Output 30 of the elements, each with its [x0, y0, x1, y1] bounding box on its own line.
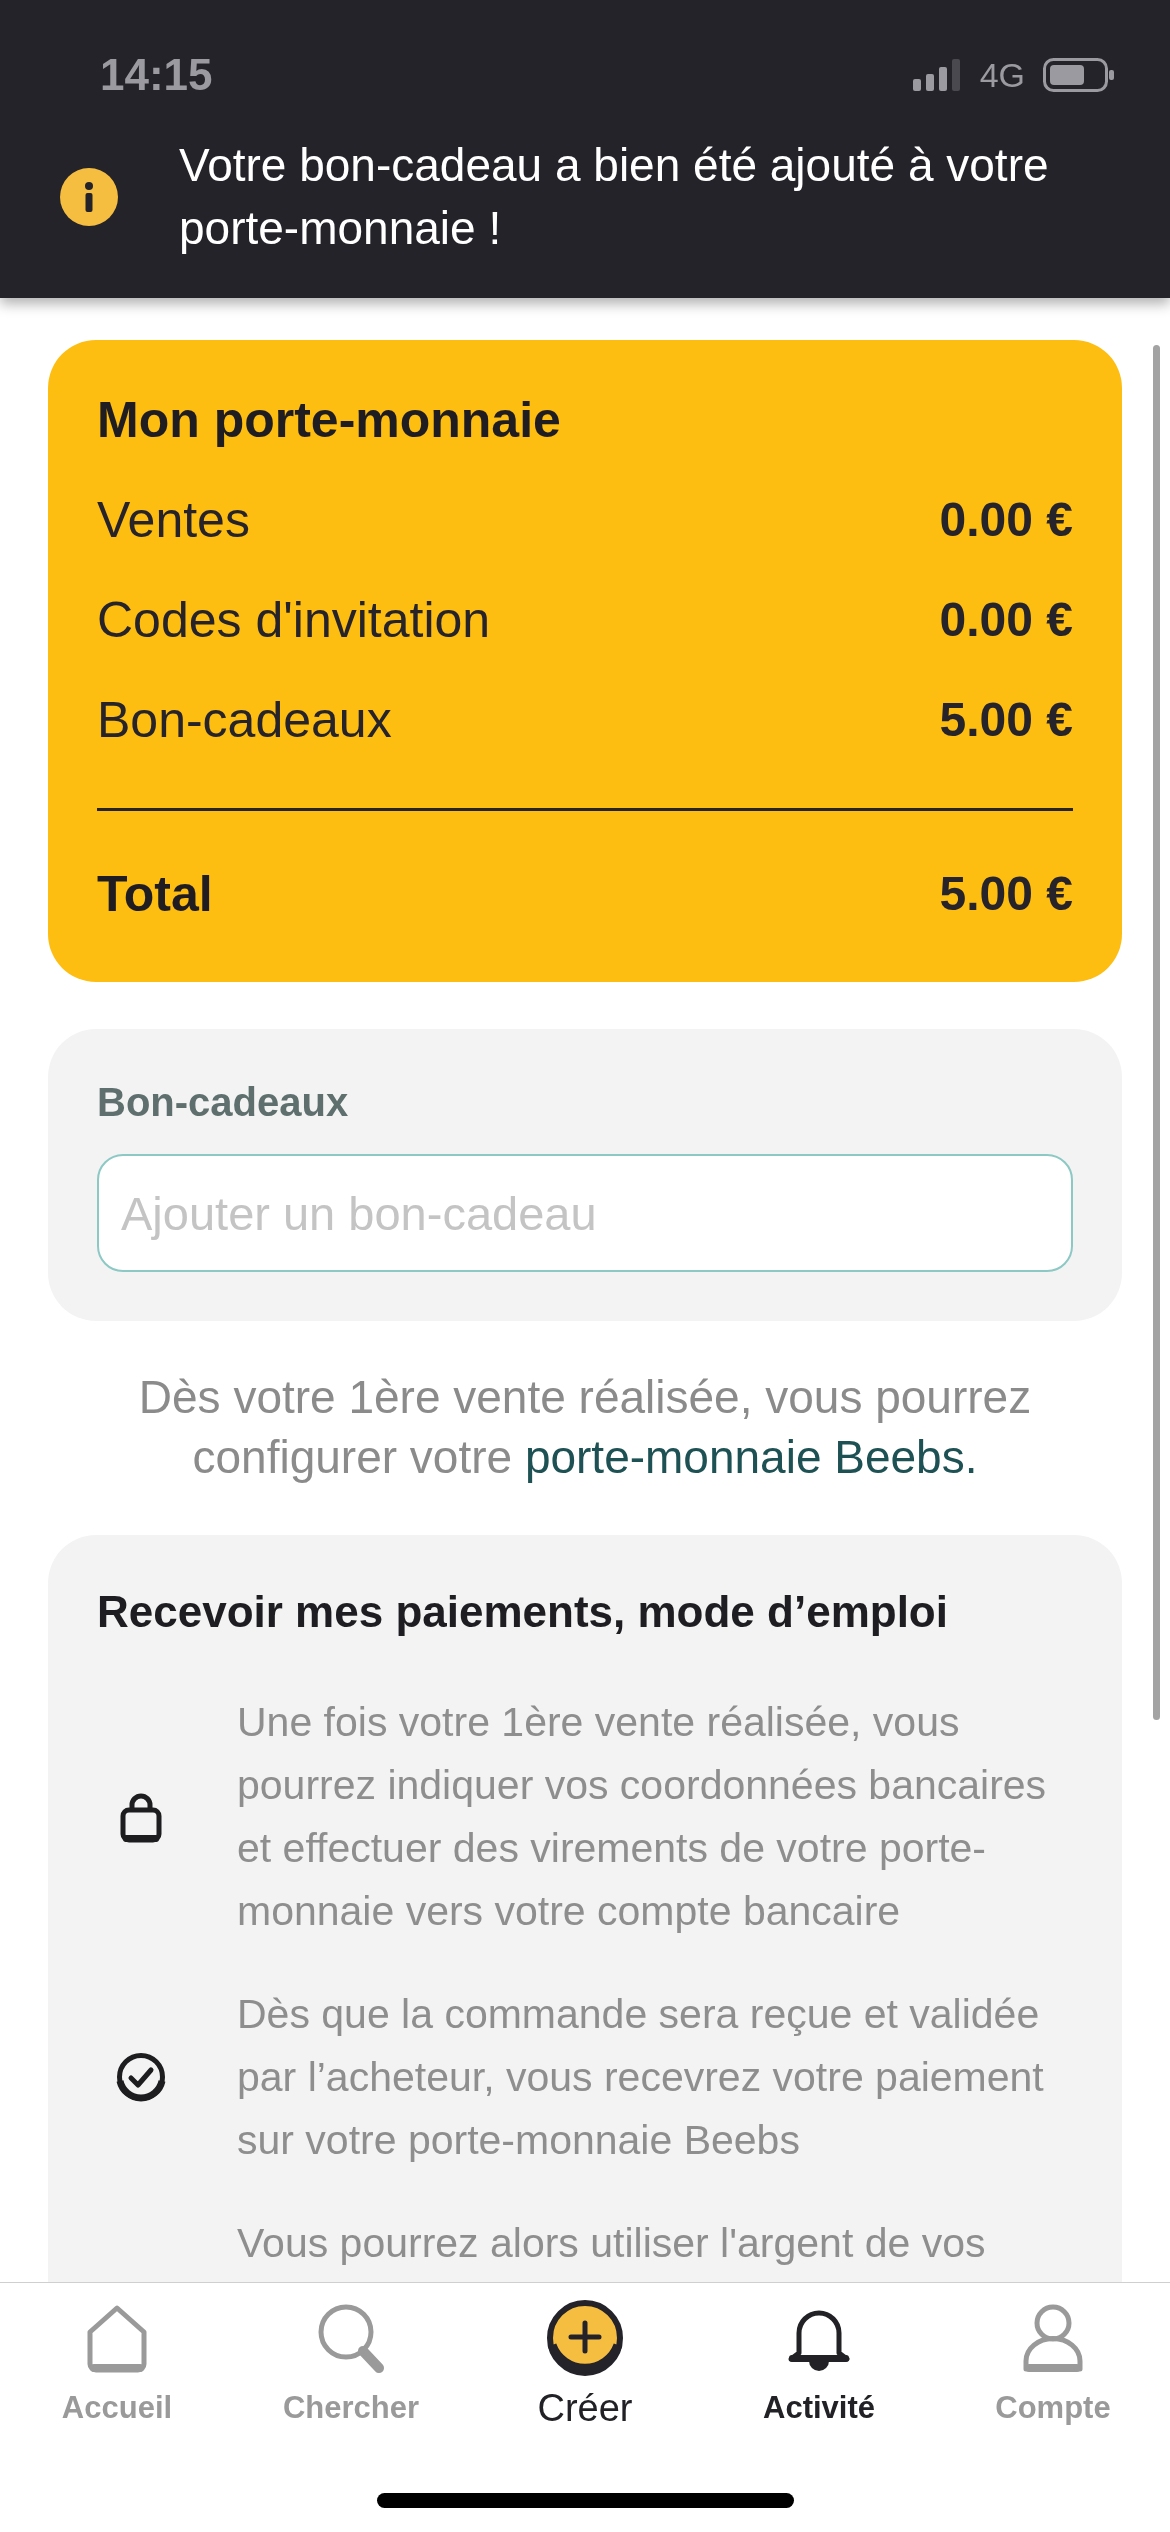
wallet-info-text: Dès votre 1ère vente réalisée, vous pourrez configurer votre porte-monnaie Beebs.	[137, 1370, 1033, 1485]
wallet-row-label: Codes d'invitation	[97, 591, 491, 649]
wallet-title: Mon porte-monnaie	[97, 394, 562, 446]
wallet-row-label: Bon-cadeaux	[97, 691, 392, 749]
battery-icon	[1043, 58, 1115, 92]
network-label: 4G	[979, 55, 1025, 95]
person-icon	[1022, 2303, 1084, 2375]
notification-message: Votre bon-cadeau a bien été ajouté à votre porte-monnaie !	[179, 138, 1050, 256]
wallet-row-amount: 0.00 €	[939, 492, 1073, 548]
wallet-link[interactable]: porte-monnaie Beebs.	[524, 1431, 978, 1483]
gift-card-input[interactable]: Ajouter un bon-cadeau	[97, 1154, 1073, 1272]
step-text: Une fois votre 1ère vente réalisée, vous pourrez indiquer vos coordonnées bancaires et effectuer des virements de votre porte-monnaie vers votre compte bancaire	[237, 1698, 1048, 1936]
nav-tab[interactable]: Activité	[702, 2299, 936, 2426]
wallet-row-amount: 5.00 €	[939, 692, 1073, 748]
home-icon	[86, 2304, 148, 2374]
step-text: Dès que la commande sera reçue et validée par l’acheteur, vous recevrez votre paiement sur votre porte-monnaie Beebs	[237, 1990, 1045, 2165]
search-icon	[317, 2303, 385, 2375]
status-time: 14:15	[100, 50, 213, 100]
gift-card-label: Bon-cadeaux	[97, 1080, 350, 1124]
total-amount: 5.00 €	[939, 866, 1073, 922]
step-text: Vous pourrez alors utiliser l'argent de vos	[237, 2219, 987, 2268]
info-icon	[60, 168, 118, 226]
wallet-row-amount: 0.00 €	[939, 592, 1073, 648]
instructions-title: Recevoir mes paiements, mode d’emploi	[97, 1586, 949, 1638]
check-circle-icon	[116, 2051, 166, 2104]
plus-circle-icon	[546, 2299, 624, 2379]
total-label: Total	[97, 866, 213, 922]
signal-icon	[912, 59, 963, 91]
wallet-row-label: Ventes	[97, 491, 250, 549]
create-button[interactable]: Créer	[468, 2299, 702, 2426]
